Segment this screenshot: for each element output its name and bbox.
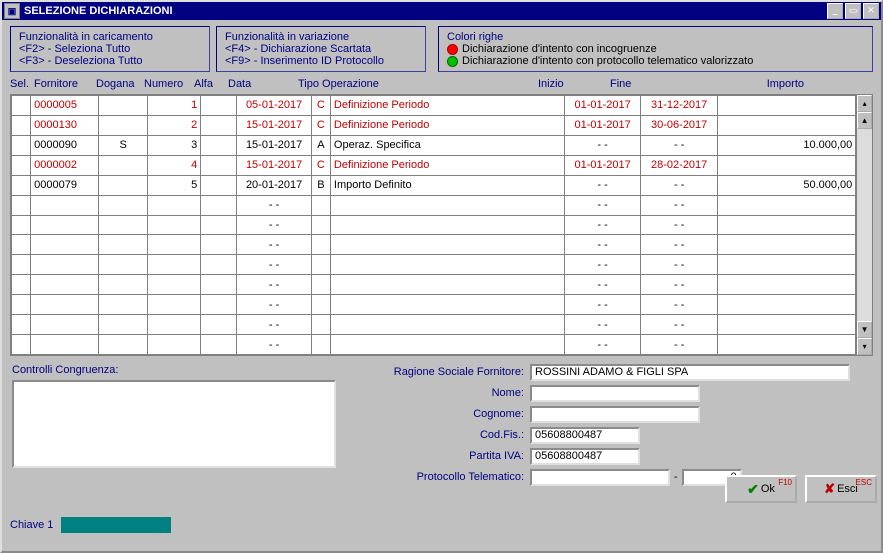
header-fornitore: Fornitore	[34, 78, 96, 90]
scroll-down-button[interactable]: ▾	[857, 338, 872, 355]
header-importo: Importo	[682, 78, 804, 90]
protocollo-field-1[interactable]	[530, 469, 670, 486]
cognome-label: Cognome:	[374, 408, 530, 420]
chiave-label: Chiave 1	[10, 519, 53, 531]
header-inizio: Inizio	[538, 78, 610, 90]
check-icon: ✔	[747, 481, 759, 498]
table-row[interactable]: - -- -- -	[12, 215, 856, 235]
app-icon: ▣	[4, 3, 20, 19]
table-row[interactable]: 0000079520-01-2017BImporto Definito- -- …	[12, 175, 856, 195]
esci-fkey: ESC	[856, 478, 872, 487]
top-info-boxes: Funzionalità in caricamento <F2> - Selez…	[2, 20, 881, 76]
scroll-up-button[interactable]: ▴	[857, 95, 872, 112]
table-row[interactable]: 0000005105-01-2017CDefinizione Periodo01…	[12, 96, 856, 116]
scroll-down-button-2[interactable]: ▼	[857, 321, 872, 338]
ok-label: Ok	[761, 483, 775, 495]
title-bar[interactable]: ▣ SELEZIONE DICHIARAZIONI _ ▭ ✕	[2, 2, 881, 20]
window-title: SELEZIONE DICHIARAZIONI	[24, 5, 173, 17]
scroll-up-button-2[interactable]: ▲	[857, 112, 872, 129]
chiave-status: Chiave 1	[10, 517, 171, 533]
close-button[interactable]: ✕	[863, 3, 879, 19]
controlli-congruenza-box[interactable]	[12, 380, 336, 468]
bottom-area: Controlli Congruenza: Ragione Sociale Fo…	[2, 356, 881, 539]
protocollo-label: Protocollo Telematico:	[374, 471, 530, 483]
header-alfa: Alfa	[194, 78, 228, 90]
chiave-color-box	[61, 517, 171, 533]
box-loading-functions: Funzionalità in caricamento <F2> - Selez…	[10, 26, 210, 72]
cognome-field[interactable]	[530, 406, 700, 423]
legend-green-dot-icon	[447, 56, 458, 67]
header-data: Data	[228, 78, 298, 90]
minimize-button[interactable]: _	[827, 3, 843, 19]
header-tipo: Tipo Operazione	[298, 78, 538, 90]
box3-line1: Dichiarazione d'intento con incogruenze	[462, 43, 657, 55]
grid: 0000005105-01-2017CDefinizione Periodo01…	[10, 94, 873, 356]
ok-fkey: F10	[778, 478, 792, 487]
grid-table[interactable]: 0000005105-01-2017CDefinizione Periodo01…	[11, 95, 856, 355]
table-row[interactable]: - -- -- -	[12, 275, 856, 295]
box2-line2: <F9> - Inserimento ID Protocollo	[225, 55, 417, 67]
table-row[interactable]: - -- -- -	[12, 315, 856, 335]
legend-red-dot-icon	[447, 44, 458, 55]
box1-line2: <F3> - Deseleziona Tutto	[19, 55, 201, 67]
box2-title: Funzionalità in variazione	[225, 31, 417, 43]
table-row[interactable]: - -- -- -	[12, 295, 856, 315]
grid-headers: Sel. Fornitore Dogana Numero Alfa Data T…	[2, 76, 881, 92]
protocollo-dash: -	[674, 471, 678, 483]
controlli-label: Controlli Congruenza:	[12, 364, 118, 376]
grid-scrollbar[interactable]: ▴ ▲ ▼ ▾	[856, 95, 872, 355]
header-dogana: Dogana	[96, 78, 144, 90]
nome-field[interactable]	[530, 385, 700, 402]
table-row[interactable]: 0000130215-01-2017CDefinizione Periodo01…	[12, 115, 856, 135]
box-row-colors-legend: Colori righe Dichiarazione d'intento con…	[438, 26, 873, 72]
box1-title: Funzionalità in caricamento	[19, 31, 201, 43]
codfis-label: Cod.Fis.:	[374, 429, 530, 441]
esci-button[interactable]: ESC ✘ Esci	[805, 475, 877, 503]
app-window: ▣ SELEZIONE DICHIARAZIONI _ ▭ ✕ Funziona…	[0, 0, 883, 553]
close-icon: ✘	[824, 481, 835, 497]
nome-label: Nome:	[374, 387, 530, 399]
codice-fiscale-field[interactable]	[530, 427, 640, 444]
table-row[interactable]: - -- -- -	[12, 235, 856, 255]
piva-label: Partita IVA:	[374, 450, 530, 462]
window-buttons: _ ▭ ✕	[827, 3, 879, 19]
box2-line1: <F4> - Dichiarazione Scartata	[225, 43, 417, 55]
header-fine: Fine	[610, 78, 682, 90]
header-sel: Sel.	[10, 78, 34, 90]
table-row[interactable]: 0000090S315-01-2017AOperaz. Specifica- -…	[12, 135, 856, 155]
table-row[interactable]: 0000002415-01-2017CDefinizione Periodo01…	[12, 155, 856, 175]
ragione-label: Ragione Sociale Fornitore:	[374, 366, 530, 378]
ok-button[interactable]: F10 ✔ Ok	[725, 475, 797, 503]
table-row[interactable]: - -- -- -	[12, 255, 856, 275]
box-variation-functions: Funzionalità in variazione <F4> - Dichia…	[216, 26, 426, 72]
table-row[interactable]: - -- -- -	[12, 335, 856, 355]
partita-iva-field[interactable]	[530, 448, 640, 465]
box3-title: Colori righe	[447, 31, 864, 43]
box3-line2: Dichiarazione d'intento con protocollo t…	[462, 55, 753, 67]
supplier-details: Ragione Sociale Fornitore: Nome: Cognome…	[374, 362, 864, 488]
header-numero: Numero	[144, 78, 194, 90]
maximize-button[interactable]: ▭	[845, 3, 861, 19]
box1-line1: <F2> - Seleziona Tutto	[19, 43, 201, 55]
table-row[interactable]: - -- -- -	[12, 195, 856, 215]
ragione-sociale-field[interactable]	[530, 364, 850, 381]
